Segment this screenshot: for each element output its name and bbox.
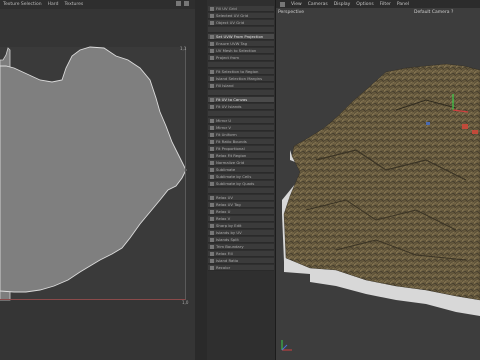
- command-item[interactable]: Relax UV: [208, 195, 274, 201]
- command-icon: [210, 238, 214, 242]
- command-item[interactable]: Relax V: [208, 216, 274, 222]
- command-icon: [210, 252, 214, 256]
- command-item[interactable]: Fill Island: [208, 83, 274, 89]
- command-icon: [210, 210, 214, 214]
- command-item[interactable]: Fit Proportional: [208, 146, 274, 152]
- command-icon: [210, 182, 214, 186]
- command-item[interactable]: Set UVW From Projection: [208, 34, 274, 40]
- command-icon: [210, 14, 214, 18]
- command-item[interactable]: Project from: [208, 55, 274, 61]
- command-icon: [210, 224, 214, 228]
- command-icon: [210, 126, 214, 130]
- command-icon: [210, 203, 214, 207]
- command-item[interactable]: Relax U: [208, 209, 274, 215]
- command-item[interactable]: Relax Fit Region: [208, 153, 274, 159]
- command-item[interactable]: Fit UV Islands: [208, 104, 274, 110]
- command-icon: [210, 70, 214, 74]
- command-item[interactable]: Fit Selection to Region: [208, 69, 274, 75]
- uv-frame: [0, 47, 186, 300]
- command-icon: [210, 259, 214, 263]
- command-icon: [210, 35, 214, 39]
- command-separator: [208, 27, 274, 33]
- command-item[interactable]: UV Mesh to Selection: [208, 48, 274, 54]
- command-item[interactable]: Sublimate by Cells: [208, 174, 274, 180]
- terrain-surface: [283, 63, 480, 301]
- command-item[interactable]: Relax Fill: [208, 251, 274, 257]
- command-item[interactable]: Object UV Grid: [208, 20, 274, 26]
- command-item[interactable]: Fit Uniform: [208, 132, 274, 138]
- command-icon: [210, 266, 214, 270]
- command-palette: [207, 0, 275, 360]
- command-separator: [208, 90, 274, 96]
- command-item[interactable]: Fit UV to Canvas: [208, 97, 274, 103]
- command-icon: [210, 133, 214, 137]
- panel-gap: [195, 0, 207, 360]
- command-icon: [210, 140, 214, 144]
- command-item[interactable]: Sublimate: [208, 167, 274, 173]
- command-icon: [210, 147, 214, 151]
- command-icon: [210, 98, 214, 102]
- command-icon: [210, 21, 214, 25]
- uv-axis-label-top: 1,1: [180, 46, 187, 51]
- command-icon: [210, 77, 214, 81]
- command-icon: [210, 245, 214, 249]
- command-item[interactable]: Fit Ratio Bounds: [208, 139, 274, 145]
- command-item[interactable]: Fill UV Grid: [208, 6, 274, 12]
- command-icon: [210, 119, 214, 123]
- command-item[interactable]: Sharp by Edit: [208, 223, 274, 229]
- command-icon: [210, 217, 214, 221]
- command-item[interactable]: Recolor: [208, 265, 274, 271]
- uv-axis-label-bottom: 1,0: [182, 300, 189, 305]
- marker-blue: [426, 122, 430, 125]
- command-icon: [210, 7, 214, 11]
- command-icon: [210, 168, 214, 172]
- command-item[interactable]: Ensure UVW Tag: [208, 41, 274, 47]
- command-item[interactable]: Islands Split: [208, 237, 274, 243]
- command-icon: [210, 161, 214, 165]
- command-item[interactable]: Island Selection Margins: [208, 76, 274, 82]
- command-item[interactable]: Trim Boundary: [208, 244, 274, 250]
- command-item[interactable]: Normalize Grid: [208, 160, 274, 166]
- command-icon: [210, 42, 214, 46]
- command-item[interactable]: Sublimate by Quads: [208, 181, 274, 187]
- command-icon: [210, 231, 214, 235]
- command-icon: [210, 196, 214, 200]
- command-item[interactable]: Island Ratio: [208, 258, 274, 264]
- command-icon: [210, 105, 214, 109]
- marker-red: [462, 124, 468, 129]
- terrain-render: [281, 63, 480, 351]
- command-separator: [208, 111, 274, 117]
- command-separator: [208, 62, 274, 68]
- command-icon: [210, 56, 214, 60]
- command-icon: [210, 49, 214, 53]
- command-item[interactable]: Mirror U: [208, 118, 274, 124]
- command-item[interactable]: Relax UV Tag: [208, 202, 274, 208]
- command-separator: [208, 188, 274, 194]
- marker-red: [472, 130, 478, 134]
- command-item[interactable]: Mirror V: [208, 125, 274, 131]
- command-item[interactable]: Islands by UV: [208, 230, 274, 236]
- command-icon: [210, 84, 214, 88]
- world-axis-z: [281, 344, 288, 351]
- command-icon: [210, 154, 214, 158]
- command-item[interactable]: Selected UV Grid: [208, 13, 274, 19]
- command-icon: [210, 175, 214, 179]
